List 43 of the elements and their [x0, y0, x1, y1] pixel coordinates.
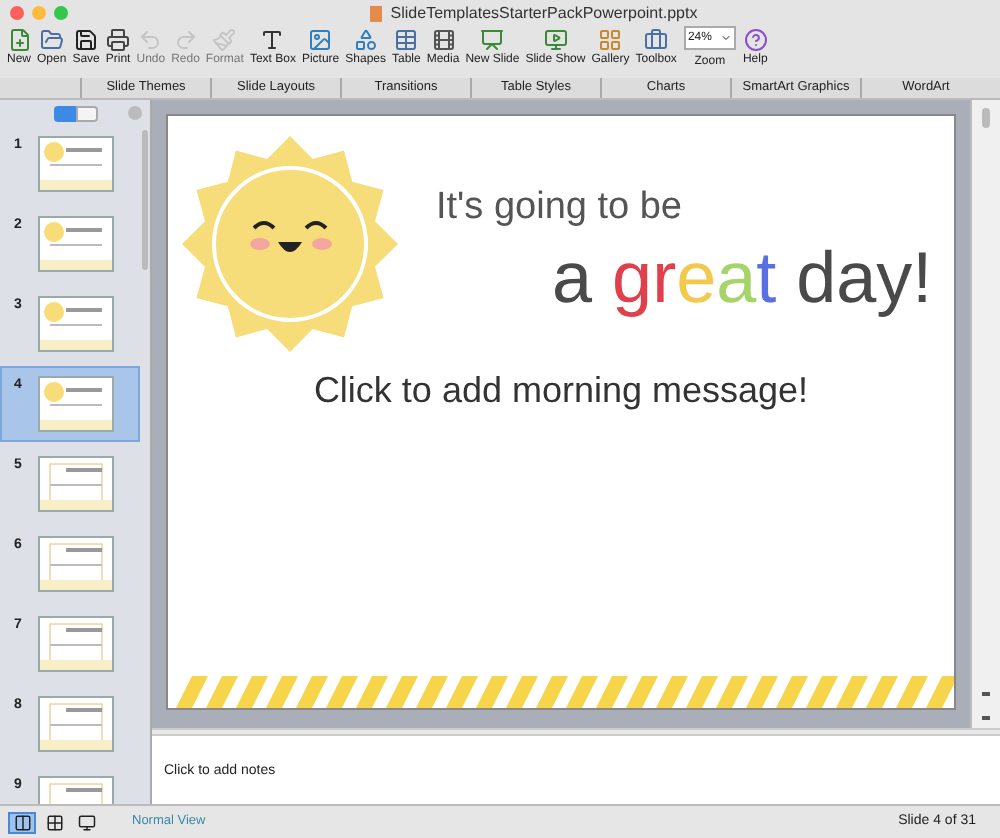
- outline-tab[interactable]: [75, 105, 97, 121]
- brush-icon: [212, 28, 237, 52]
- new-file-icon: [7, 28, 31, 52]
- help-icon: [743, 28, 768, 52]
- film-icon: [431, 28, 456, 52]
- message-placeholder[interactable]: Click to add morning message!: [313, 364, 809, 418]
- window-title: SlideTemplatesStarterPackPowerpoint.pptx: [390, 1, 698, 25]
- slide-canvas[interactable]: It's going to be a great day! Click to add morning message!: [166, 114, 956, 710]
- document-icon: [370, 5, 383, 21]
- shapes-icon: [353, 28, 378, 52]
- text-box-icon: [260, 28, 285, 52]
- dropdown-icon: [719, 32, 732, 44]
- greeting-text: It's going to be: [436, 184, 684, 232]
- slide-thumbnail: [38, 456, 114, 512]
- picture-icon: [308, 28, 333, 52]
- close-window-button[interactable]: [10, 6, 24, 20]
- slide-thumbnail: [38, 216, 114, 272]
- slide-thumbnail: [38, 376, 114, 432]
- gallery-icon: [598, 28, 623, 52]
- slide-thumbnail: [38, 136, 114, 192]
- view-button[interactable]: [8, 811, 36, 833]
- folder-icon: [39, 28, 64, 52]
- grid-view-icon: [45, 813, 63, 831]
- slideshow-icon: [543, 28, 568, 52]
- printer-icon: [106, 28, 131, 52]
- slide-thumbnail: [38, 696, 114, 752]
- close-pane-icon[interactable]: [128, 106, 142, 120]
- redo-icon: [173, 28, 198, 52]
- headline-text: a great day!: [552, 237, 933, 317]
- save-icon: [74, 28, 99, 52]
- undo-icon: [138, 28, 163, 52]
- scrollbar-thumb[interactable]: [142, 130, 148, 270]
- slide-thumbnail: [38, 296, 114, 352]
- slides-tab[interactable]: [53, 105, 75, 121]
- toolbox-icon: [644, 28, 669, 52]
- normal-view-icon: [13, 813, 31, 831]
- table-icon: [394, 28, 419, 52]
- new-slide-icon: [480, 28, 505, 52]
- slide-thumbnail: [38, 536, 114, 592]
- monitor-icon: [77, 813, 95, 831]
- slide-thumbnail: [38, 616, 114, 672]
- zoom-window-button[interactable]: [54, 6, 68, 20]
- scrollbar-thumb[interactable]: [982, 108, 990, 128]
